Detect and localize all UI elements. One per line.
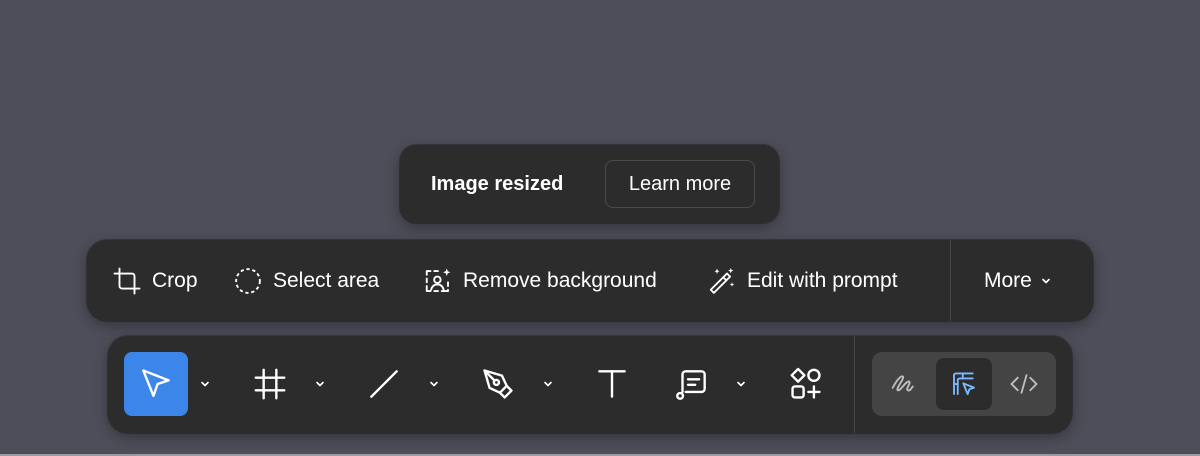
action-bar-divider (950, 240, 951, 321)
pen-tool-menu-caret[interactable] (537, 372, 559, 396)
chevron-down-icon (544, 381, 552, 387)
select-area-button[interactable]: Select area (233, 240, 379, 321)
move-tool-menu-caret[interactable] (194, 372, 216, 396)
chevron-down-icon (430, 381, 438, 387)
remove-background-button[interactable]: Remove background (423, 240, 657, 321)
main-toolbar (108, 336, 1072, 433)
more-label: More (984, 268, 1032, 292)
edit-with-prompt-label: Edit with prompt (747, 268, 898, 292)
crop-icon (113, 267, 141, 294)
line-tool-menu-caret[interactable] (423, 372, 445, 396)
image-action-bar: Crop Select area Remove background Edit … (87, 240, 1093, 321)
pen-icon (483, 369, 513, 399)
frame-icon (254, 368, 286, 400)
comment-tool-button[interactable] (660, 352, 724, 416)
crop-button[interactable]: Crop (112, 240, 198, 321)
chevron-down-icon (316, 381, 324, 387)
comment-tool-menu-caret[interactable] (730, 372, 752, 396)
frame-tool-button[interactable] (238, 352, 302, 416)
code-brackets-icon (1010, 374, 1038, 394)
edit-with-prompt-button[interactable]: Edit with prompt (707, 240, 898, 321)
toast-message: Image resized (431, 172, 564, 195)
image-resized-toast: Image resized Learn more (400, 145, 779, 223)
frame-tool-menu-caret[interactable] (309, 372, 331, 396)
design-cursor-icon (953, 372, 975, 396)
chevron-down-icon (201, 381, 209, 387)
line-icon (370, 370, 398, 398)
magic-wand-icon (709, 267, 735, 294)
remove-background-label: Remove background (463, 268, 657, 292)
chevron-down-icon (737, 381, 745, 387)
comment-icon (676, 370, 706, 400)
text-tool-button[interactable] (580, 352, 644, 416)
squiggle-icon (891, 375, 914, 392)
toolbar-divider (854, 336, 855, 433)
text-icon (598, 370, 626, 398)
design-mode-button[interactable] (936, 358, 992, 410)
learn-more-button[interactable]: Learn more (605, 160, 755, 208)
more-menu-button[interactable]: More (984, 240, 1052, 321)
crop-label: Crop (152, 268, 198, 292)
line-tool-button[interactable] (352, 352, 416, 416)
remove-background-icon (425, 268, 451, 292)
draw-mode-button[interactable] (876, 358, 932, 410)
shapes-plus-icon (790, 367, 821, 399)
actions-tool-button[interactable] (774, 352, 838, 416)
move-tool-button[interactable] (124, 352, 188, 416)
select-area-label: Select area (273, 268, 380, 292)
cursor-arrow-icon (142, 369, 170, 398)
dev-mode-button[interactable] (996, 358, 1052, 410)
lasso-select-icon (235, 267, 261, 294)
chevron-down-icon (1042, 278, 1050, 283)
mode-switcher (872, 352, 1056, 416)
pen-tool-button[interactable] (466, 352, 530, 416)
